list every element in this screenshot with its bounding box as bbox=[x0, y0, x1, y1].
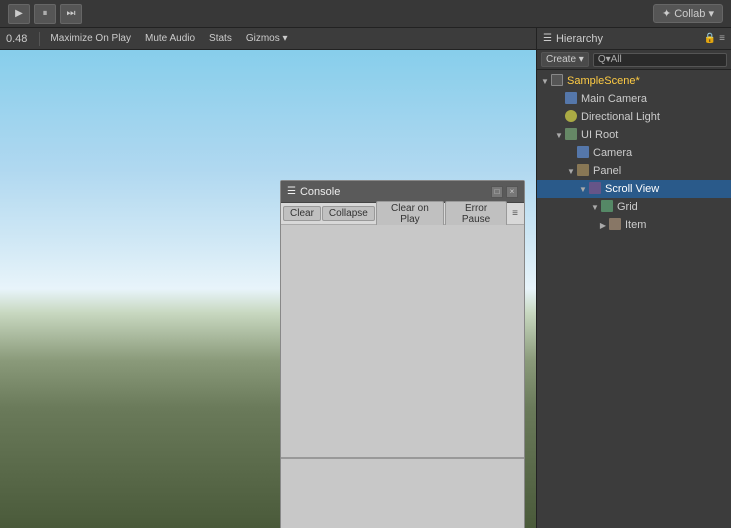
collab-button[interactable]: ✦ Collab ▾ bbox=[653, 4, 723, 23]
grid-icon bbox=[601, 200, 615, 214]
toolbar-separator bbox=[39, 32, 40, 46]
console-body bbox=[281, 225, 524, 459]
mute-audio-btn[interactable]: Mute Audio bbox=[139, 32, 201, 45]
pause-button[interactable]: ⏸ bbox=[34, 4, 56, 24]
tree-arrow-samplescene: ▼ bbox=[539, 77, 551, 86]
console-titlebar-buttons: □ × bbox=[491, 186, 518, 198]
hierarchy-header-actions: 🔒 ≡ bbox=[704, 33, 725, 44]
tree-arrow-uicamera bbox=[565, 149, 577, 158]
tree-label-item: Item bbox=[625, 219, 646, 231]
item-icon bbox=[609, 218, 623, 232]
scene-content: ☰ Console □ × Clear Collapse Clear on Pl… bbox=[0, 50, 536, 528]
search-placeholder: Q▾All bbox=[598, 54, 622, 65]
tree-arrow-uiroot: ▼ bbox=[553, 131, 565, 140]
console-footer bbox=[281, 459, 524, 528]
console-title: Console bbox=[300, 186, 340, 198]
panel-icon bbox=[577, 164, 591, 178]
hierarchy-panel: ☰ Hierarchy 🔒 ≡ Create ▾ Q▾All ▼ SampleS… bbox=[536, 28, 731, 528]
tree-item-grid[interactable]: ▼ Grid bbox=[537, 198, 731, 216]
tree-label-uicamera: Camera bbox=[593, 147, 632, 159]
error-pause-btn[interactable]: Error Pause bbox=[445, 201, 507, 227]
collapse-btn[interactable]: Collapse bbox=[322, 206, 375, 221]
console-titlebar: ☰ Console □ × bbox=[281, 181, 524, 203]
create-label: Create bbox=[546, 54, 576, 65]
tree-label-grid: Grid bbox=[617, 201, 638, 213]
gizmos-btn[interactable]: Gizmos ▾ bbox=[240, 32, 294, 45]
tree-label-maincamera: Main Camera bbox=[581, 93, 647, 105]
play-button[interactable]: ▶ bbox=[8, 4, 30, 24]
tree-item-uicamera[interactable]: Camera bbox=[537, 144, 731, 162]
tree-arrow-maincamera bbox=[553, 95, 565, 104]
clear-on-play-btn[interactable]: Clear on Play bbox=[376, 201, 444, 227]
time-display: 0.48 bbox=[6, 33, 27, 45]
camera-icon-main bbox=[565, 92, 579, 106]
hierarchy-lock-btn[interactable]: 🔒 bbox=[704, 33, 716, 44]
camera-icon-ui bbox=[577, 146, 591, 160]
console-icon: ☰ bbox=[287, 186, 296, 197]
tree-arrow-scrollview: ▼ bbox=[577, 185, 589, 194]
canvas-icon bbox=[565, 128, 579, 142]
console-menu-btn[interactable]: ≡ bbox=[508, 207, 522, 220]
scene-view: 0.48 Maximize On Play Mute Audio Stats G… bbox=[0, 28, 536, 528]
tree-item-maincamera[interactable]: Main Camera bbox=[537, 90, 731, 108]
main-area: 0.48 Maximize On Play Mute Audio Stats G… bbox=[0, 28, 731, 528]
stats-btn[interactable]: Stats bbox=[203, 32, 238, 45]
maximize-on-play-btn[interactable]: Maximize On Play bbox=[44, 32, 137, 45]
console-restore-btn[interactable]: □ bbox=[491, 186, 503, 198]
step-button[interactable]: ⏭ bbox=[60, 4, 82, 24]
tree-item-uiroot[interactable]: ▼ UI Root bbox=[537, 126, 731, 144]
hierarchy-tree: ▼ SampleScene* Main Camera Directional L… bbox=[537, 70, 731, 528]
tree-item-scrollview[interactable]: ▼ Scroll View bbox=[537, 180, 731, 198]
tree-arrow-item: ▶ bbox=[597, 221, 609, 230]
tree-item-dirlight[interactable]: Directional Light bbox=[537, 108, 731, 126]
top-toolbar: ▶ ⏸ ⏭ ✦ Collab ▾ bbox=[0, 0, 731, 28]
tree-arrow-grid: ▼ bbox=[589, 203, 601, 212]
console-window: ☰ Console □ × Clear Collapse Clear on Pl… bbox=[280, 180, 525, 528]
hierarchy-title: Hierarchy bbox=[556, 33, 603, 45]
hierarchy-panel-header: ☰ Hierarchy 🔒 ≡ bbox=[537, 28, 731, 50]
create-button[interactable]: Create ▾ bbox=[541, 52, 589, 67]
tree-label-panel: Panel bbox=[593, 165, 621, 177]
tree-label-uiroot: UI Root bbox=[581, 129, 618, 141]
tree-label-dirlight: Directional Light bbox=[581, 111, 660, 123]
light-icon bbox=[565, 110, 579, 124]
hierarchy-search[interactable]: Q▾All bbox=[593, 53, 727, 67]
clear-btn[interactable]: Clear bbox=[283, 206, 321, 221]
tree-label-scrollview: Scroll View bbox=[605, 183, 659, 195]
scene-toolbar: 0.48 Maximize On Play Mute Audio Stats G… bbox=[0, 28, 536, 50]
create-arrow: ▾ bbox=[579, 54, 584, 65]
tree-item-item[interactable]: ▶ Item bbox=[537, 216, 731, 234]
hierarchy-menu-btn[interactable]: ≡ bbox=[719, 33, 725, 44]
console-toolbar: Clear Collapse Clear on Play Error Pause… bbox=[281, 203, 524, 225]
tree-arrow-panel: ▼ bbox=[565, 167, 577, 176]
scroll-icon bbox=[589, 182, 603, 196]
hierarchy-toolbar: Create ▾ Q▾All bbox=[537, 50, 731, 70]
tree-arrow-dirlight bbox=[553, 113, 565, 122]
tree-item-panel[interactable]: ▼ Panel bbox=[537, 162, 731, 180]
tree-label-samplescene: SampleScene* bbox=[567, 75, 640, 87]
scene-icon bbox=[551, 74, 565, 88]
tree-item-samplescene[interactable]: ▼ SampleScene* bbox=[537, 72, 731, 90]
hierarchy-icon: ☰ bbox=[543, 33, 552, 44]
console-close-btn[interactable]: × bbox=[506, 186, 518, 198]
